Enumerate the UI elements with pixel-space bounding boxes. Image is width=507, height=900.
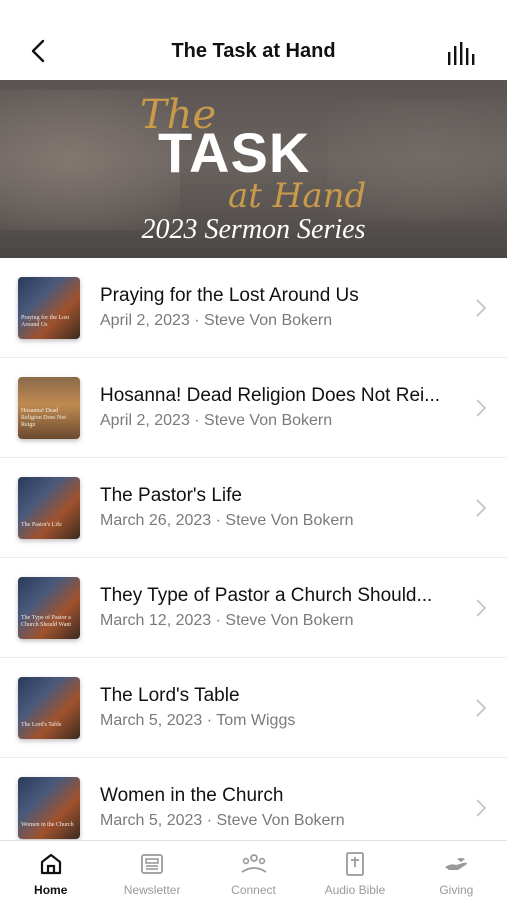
tab-label: Home — [34, 883, 68, 897]
sermon-thumbnail: Women in the Church — [18, 776, 80, 839]
sermon-title: The Lord's Table — [100, 685, 240, 706]
chevron-right-icon — [476, 599, 487, 617]
sermon-meta: March 5, 2023 · Steve Von Bokern — [100, 812, 345, 829]
giving-hand-icon — [445, 858, 468, 870]
status-bar — [0, 0, 507, 22]
banner-script-at-hand: at Hand — [228, 176, 367, 216]
people-group-icon — [241, 854, 266, 873]
tab-giving[interactable]: Giving — [406, 841, 507, 900]
sermon-thumbnail: The Pastor's Life — [18, 476, 80, 539]
sermon-meta: March 26, 2023 · Steve Von Bokern — [100, 512, 354, 529]
sermon-title: Women in the Church — [100, 785, 284, 806]
chevron-right-icon — [476, 399, 487, 417]
chevron-right-icon — [476, 699, 487, 717]
sermon-thumbnail: The Lord's Table — [18, 676, 80, 739]
sermon-row[interactable]: Praying for the Lost Around Us Praying f… — [0, 258, 507, 358]
thumbnail-caption: Praying for the Lost Around Us — [21, 314, 70, 328]
tab-home[interactable]: Home — [0, 841, 101, 900]
sermon-thumbnail: Praying for the Lost Around Us — [18, 276, 80, 339]
nav-header: The Task at Hand — [0, 22, 507, 80]
sermon-row[interactable]: The Pastor's Life The Pastor's Life Marc… — [0, 458, 507, 558]
sermon-row[interactable]: Hosanna! Dead Religion Does Not Reign Ho… — [0, 358, 507, 458]
sermon-title: Hosanna! Dead Religion Does Not Rei... — [100, 385, 441, 406]
sermon-meta: March 12, 2023 · Steve Von Bokern — [100, 612, 354, 629]
sermon-thumbnail: The Type of Pastor a Church Should Want — [18, 576, 80, 639]
sermon-title: The Pastor's Life — [100, 485, 242, 506]
tab-audio-bible[interactable]: Audio Bible — [304, 841, 405, 900]
sermon-list: Praying for the Lost Around Us Praying f… — [0, 258, 507, 858]
audio-bars-icon[interactable] — [447, 42, 477, 66]
bible-cross-icon — [346, 852, 364, 876]
newsletter-icon — [141, 854, 164, 874]
series-banner: The TASK at Hand 2023 Sermon Series — [0, 80, 507, 258]
home-icon — [40, 853, 61, 875]
sermon-meta: March 5, 2023 · Tom Wiggs — [100, 712, 296, 729]
tab-label: Newsletter — [123, 883, 181, 897]
sermon-title: Praying for the Lost Around Us — [100, 285, 359, 306]
sermon-title: They Type of Pastor a Church Should... — [100, 585, 433, 606]
sermon-row[interactable]: The Type of Pastor a Church Should Want … — [0, 558, 507, 658]
banner-series-label: 2023 Sermon Series — [141, 214, 366, 245]
bottom-tab-bar: Home Newsletter Connect Audio Bible Givi… — [0, 840, 507, 900]
sermon-row[interactable]: The Lord's Table The Lord's Table March … — [0, 658, 507, 758]
sermon-meta: April 2, 2023 · Steve Von Bokern — [100, 312, 333, 329]
sermon-thumbnail: Hosanna! Dead Religion Does Not Reign — [18, 376, 80, 439]
chevron-right-icon — [476, 799, 487, 817]
chevron-right-icon — [476, 299, 487, 317]
back-chevron-icon[interactable] — [26, 38, 52, 64]
tab-connect[interactable]: Connect — [203, 841, 304, 900]
chevron-right-icon — [476, 499, 487, 517]
tab-label: Audio Bible — [324, 883, 386, 897]
thumbnail-caption: Women in the Church — [21, 821, 74, 828]
page-title: The Task at Hand — [171, 39, 336, 62]
thumbnail-caption: The Pastor's Life — [21, 521, 62, 528]
tab-newsletter[interactable]: Newsletter — [101, 841, 202, 900]
thumbnail-caption: Hosanna! Dead Religion Does Not Reign — [21, 407, 66, 428]
tab-label: Giving — [439, 883, 474, 897]
thumbnail-caption: The Type of Pastor a Church Should Want — [21, 614, 72, 628]
sermon-meta: April 2, 2023 · Steve Von Bokern — [100, 412, 333, 429]
tab-label: Connect — [231, 883, 276, 897]
thumbnail-caption: The Lord's Table — [21, 721, 62, 728]
